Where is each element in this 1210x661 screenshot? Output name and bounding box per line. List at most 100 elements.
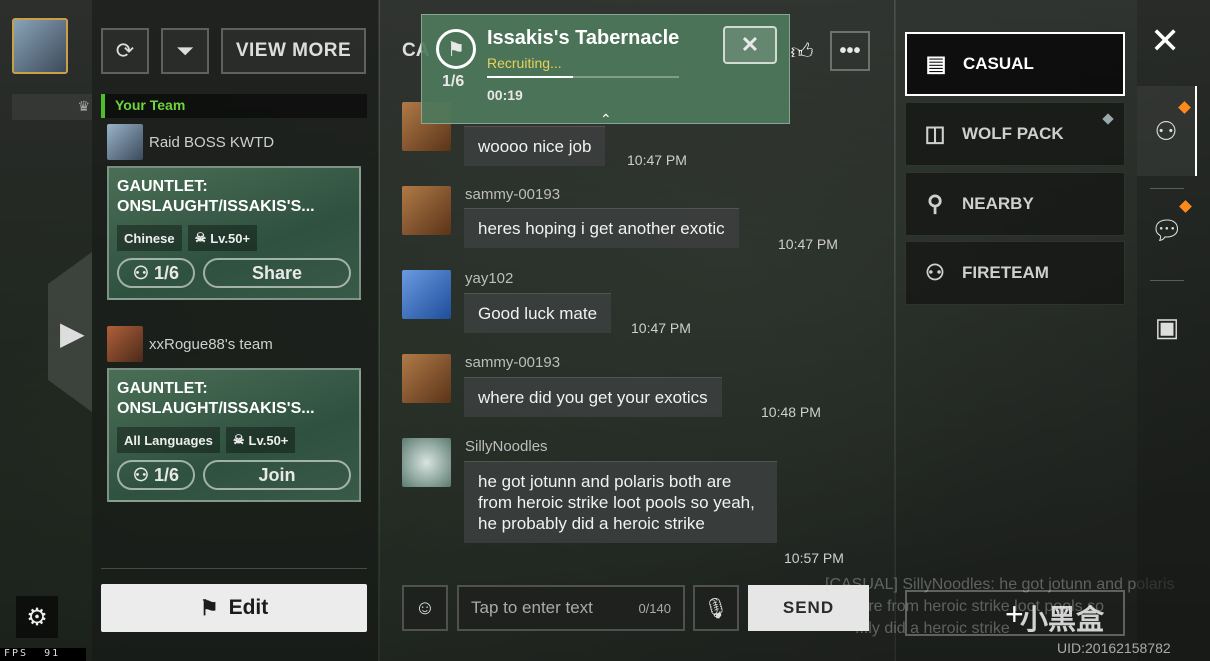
char-counter: 0/140 xyxy=(638,600,671,616)
fps-label: FPS xyxy=(4,648,29,659)
level-value: Lv.50+ xyxy=(248,432,289,448)
tab-messages[interactable]: 💬︎ xyxy=(1137,185,1197,275)
channel-label: CASUAL xyxy=(963,54,1034,73)
channel-casual[interactable]: ▤ CASUAL xyxy=(905,32,1125,96)
message-time: 10:47 PM xyxy=(631,320,691,336)
message-sender: sammy-00193 xyxy=(465,354,561,371)
skull-icon: ☠ xyxy=(232,432,245,447)
team-card[interactable]: GAUNTLET: ONSLAUGHT/ISSAKIS'S... Chinese… xyxy=(107,166,361,300)
level-value: Lv.50+ xyxy=(210,230,251,246)
voice-button[interactable]: 🎙︎ xyxy=(693,585,739,631)
banner-icon: ◫ xyxy=(924,121,946,146)
level-tag: ☠ Lv.50+ xyxy=(225,427,296,453)
channel-label: FIRETEAM xyxy=(962,263,1049,282)
player-avatar[interactable] xyxy=(12,18,68,74)
group-icon: ⚇ xyxy=(925,260,945,285)
leader-avatar xyxy=(107,326,143,362)
leader-row: ♛ xyxy=(12,94,92,120)
channel-panel xyxy=(895,0,1137,661)
chat-input-placeholder: Tap to enter text xyxy=(471,598,593,617)
microphone-icon: 🎙︎ xyxy=(703,597,729,620)
recruit-progress-fill xyxy=(487,76,574,78)
language-tag: All Languages xyxy=(117,427,220,453)
view-more-button[interactable]: VIEW MORE xyxy=(221,28,366,74)
channel-nearby[interactable]: ⚲ NEARBY xyxy=(905,172,1125,236)
ellipsis-icon: ••• xyxy=(839,39,861,62)
members-icon: ⚇ xyxy=(132,262,150,283)
refresh-button[interactable]: ⟳ xyxy=(101,28,149,74)
message-sender: sammy-00193 xyxy=(465,186,561,203)
message-avatar[interactable] xyxy=(402,438,451,487)
divider xyxy=(1150,280,1184,281)
message-bubble: Good luck mate xyxy=(464,293,612,333)
flag-icon: ⚑ xyxy=(199,596,219,620)
thumbs-up-icon: 👍︎ xyxy=(790,38,814,64)
crown-icon: ♛ xyxy=(77,98,90,114)
message-avatar[interactable] xyxy=(402,354,451,403)
activity-title-line2: ONSLAUGHT/ISSAKIS'S... xyxy=(117,400,315,417)
play-arrow-icon: ▶ xyxy=(60,315,85,351)
message-bubble: he got jotunn and polaris both are from … xyxy=(464,461,777,543)
recruit-progress-bar xyxy=(487,76,679,78)
emoji-button[interactable]: ☺ xyxy=(402,585,448,631)
diamond-icon xyxy=(1102,113,1114,125)
close-popup-button[interactable]: ✕ xyxy=(723,26,777,64)
settings-button[interactable]: ⚙ xyxy=(16,596,58,638)
tab-team-chat[interactable]: ⚇ xyxy=(1137,86,1197,176)
popup-timer: 00:19 xyxy=(487,87,523,103)
member-count: ⚇ 1/6 xyxy=(117,258,195,288)
leader-name: xxRogue88's team xyxy=(149,335,273,353)
smiley-icon: ☺ xyxy=(414,596,436,619)
join-button[interactable]: Join xyxy=(203,460,351,490)
gear-icon: ⚙ xyxy=(26,603,48,631)
message-bubble: heres hoping i get another exotic xyxy=(464,208,739,248)
close-icon: ✕ xyxy=(740,32,760,57)
members-icon: ⚇ xyxy=(132,464,150,485)
refresh-icon: ⟳ xyxy=(115,38,135,63)
team-chat-icon: ⚇ xyxy=(1154,115,1178,146)
activity-title-line1: GAUNTLET: xyxy=(117,178,208,195)
edit-label: Edit xyxy=(228,596,269,619)
your-team-header: Your Team xyxy=(101,94,367,118)
popup-title: Issakis's Tabernacle xyxy=(487,27,680,49)
channel-label: NEARBY xyxy=(962,194,1034,213)
recruit-popup[interactable]: ⚑ 1/6 Issakis's Tabernacle Recruiting...… xyxy=(421,14,790,127)
message-bubble: where did you get your exotics xyxy=(464,377,722,417)
team-card[interactable]: GAUNTLET: ONSLAUGHT/ISSAKIS'S... All Lan… xyxy=(107,368,361,502)
team-leader-row: xxRogue88's team xyxy=(107,326,273,362)
member-count-value: 1/6 xyxy=(154,262,180,283)
chevron-up-icon[interactable]: ⌃ xyxy=(600,111,612,128)
leader-name: Raid BOSS KWTD xyxy=(149,133,275,151)
message-icon: 💬︎ xyxy=(1150,214,1184,245)
more-options-button[interactable]: ••• xyxy=(830,31,870,71)
close-button[interactable]: ✕ xyxy=(1150,20,1180,62)
share-button[interactable]: Share xyxy=(203,258,351,288)
divider xyxy=(101,568,367,569)
popup-status: Recruiting... xyxy=(487,55,562,71)
contact-card-icon: ▣ xyxy=(1154,311,1180,342)
pin-icon: ⚲ xyxy=(926,191,944,216)
message-avatar[interactable] xyxy=(402,270,451,319)
message-sender: SillyNoodles xyxy=(465,438,548,455)
message-time: 10:48 PM xyxy=(761,404,821,420)
language-tag: Chinese xyxy=(117,225,182,251)
flag-icon: ⚑ xyxy=(436,29,476,69)
member-count: ⚇ 1/6 xyxy=(117,460,195,490)
filter-button[interactable]: ⏷ xyxy=(161,28,209,74)
tab-contacts[interactable]: ▣ xyxy=(1137,282,1197,372)
activity-title-line1: GAUNTLET: xyxy=(117,380,208,397)
chat-input[interactable]: Tap to enter text 0/140 xyxy=(457,585,685,631)
uid-label: UID:20162158782 xyxy=(1057,640,1171,656)
channel-fireteam[interactable]: ⚇ FIRETEAM xyxy=(905,241,1125,305)
message-time: 10:57 PM xyxy=(784,550,844,566)
leader-avatar xyxy=(107,124,143,160)
message-time: 10:47 PM xyxy=(778,236,838,252)
member-count-value: 1/6 xyxy=(154,464,180,485)
channel-label: WOLF PACK xyxy=(962,124,1064,143)
edit-button[interactable]: ⚑ Edit xyxy=(101,584,367,632)
watermark-logo: 小黑盒 xyxy=(1020,604,1105,635)
fps-value: 91 xyxy=(44,648,61,659)
filter-icon: ⏷ xyxy=(176,38,194,63)
message-avatar[interactable] xyxy=(402,186,451,235)
channel-wolf-pack[interactable]: ◫ WOLF PACK xyxy=(905,102,1125,166)
